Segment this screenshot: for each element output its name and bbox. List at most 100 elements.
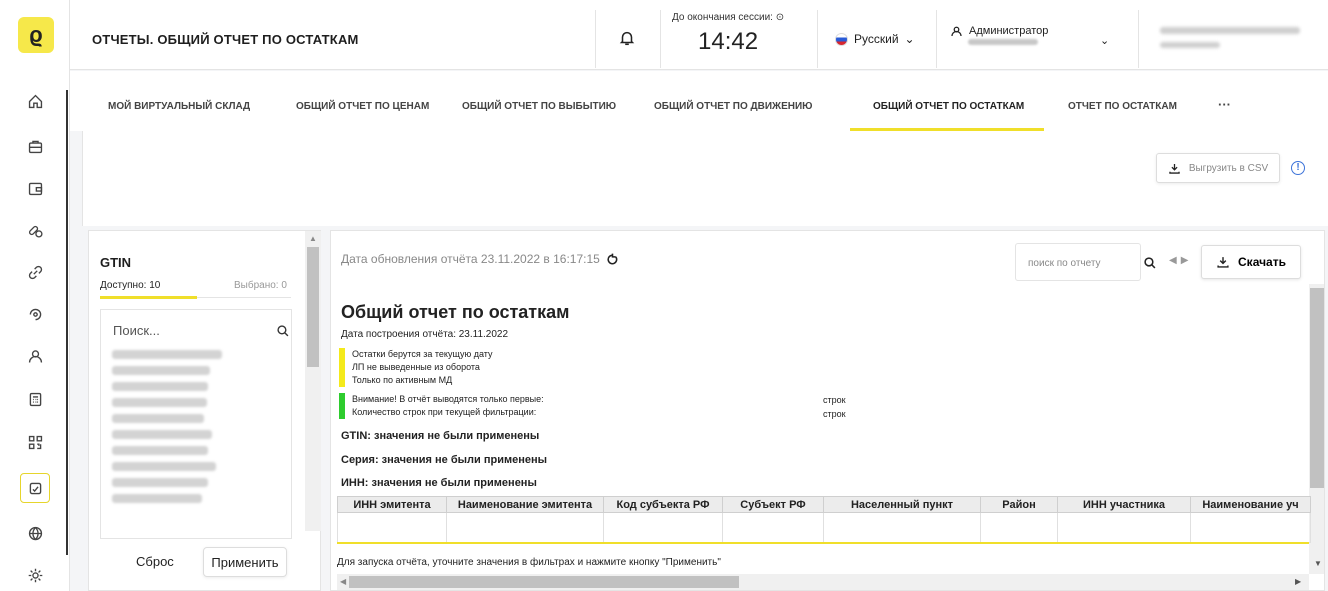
left-rail: ϱ bbox=[0, 0, 70, 591]
scroll-left-icon[interactable]: ◀ bbox=[340, 577, 346, 586]
bell-icon[interactable] bbox=[618, 29, 636, 47]
report-hint: Для запуска отчёта, уточните значения в … bbox=[337, 557, 721, 568]
list-item[interactable] bbox=[112, 350, 222, 359]
top-header: ОТЧЕТЫ. ОБЩИЙ ОТЧЕТ ПО ОСТАТКАМ До оконч… bbox=[70, 0, 1328, 70]
language-label: Русский bbox=[854, 32, 899, 46]
column-header[interactable]: Код субъекта РФ bbox=[603, 496, 723, 513]
table-cell bbox=[980, 512, 1058, 543]
gtin-filter-panel: GTIN Доступно: 10 Выбрано: 0 Поиск... ▲ bbox=[88, 230, 321, 591]
scroll-down-icon[interactable]: ▼ bbox=[1314, 559, 1322, 568]
logo[interactable]: ϱ bbox=[18, 17, 54, 53]
wallet-icon[interactable] bbox=[22, 175, 48, 201]
tab-disposal[interactable]: ОБЩИЙ ОТЧЕТ ПО ВЫБЫТИЮ bbox=[462, 101, 616, 112]
applied-filter-inn: ИНН: значения не были применены bbox=[341, 477, 537, 489]
chevron-down-icon: ⌄ bbox=[904, 32, 915, 46]
note-yellow: Только по активным МД bbox=[339, 374, 452, 387]
table-cell bbox=[823, 512, 981, 543]
list-item[interactable] bbox=[112, 398, 207, 407]
list-item[interactable] bbox=[112, 494, 202, 503]
column-header[interactable]: Населенный пункт bbox=[823, 496, 981, 513]
home-icon[interactable] bbox=[22, 88, 48, 114]
report-vertical-scrollbar[interactable]: ▼ bbox=[1309, 284, 1324, 574]
column-header[interactable]: ИНН эмитента bbox=[337, 496, 447, 513]
table-header-row: ИНН эмитента Наименование эмитента Код с… bbox=[337, 496, 1311, 513]
report-icon[interactable] bbox=[20, 473, 50, 503]
session-label: До окончания сессии: ⊙ bbox=[672, 12, 785, 23]
tab-stock-general[interactable]: ОБЩИЙ ОТЧЕТ ПО ОСТАТКАМ bbox=[873, 101, 1024, 112]
divider bbox=[936, 10, 937, 68]
tab-more[interactable]: ··· bbox=[1218, 97, 1231, 112]
language-select[interactable]: Русский ⌄ bbox=[835, 32, 915, 46]
scrollbar-thumb[interactable] bbox=[307, 247, 319, 367]
export-csv-button[interactable]: Выгрузить в CSV bbox=[1156, 153, 1280, 183]
list-item[interactable] bbox=[112, 446, 208, 455]
report-table: ИНН эмитента Наименование эмитента Код с… bbox=[337, 496, 1311, 543]
info-icon[interactable]: ! bbox=[1291, 161, 1305, 175]
refresh-icon[interactable] bbox=[606, 253, 619, 266]
note-yellow: ЛП не выведенные из оборота bbox=[339, 361, 480, 374]
report-horizontal-scrollbar[interactable]: ◀ ▶ bbox=[337, 574, 1309, 590]
active-filter-tab-indicator bbox=[100, 296, 197, 299]
table-row bbox=[337, 512, 1311, 543]
divider bbox=[197, 297, 291, 298]
divider bbox=[817, 10, 818, 68]
tab-stock[interactable]: ОТЧЕТ ПО ОСТАТКАМ bbox=[1068, 101, 1177, 112]
download-button[interactable]: Скачать bbox=[1201, 245, 1301, 279]
filter-scrollbar[interactable]: ▲ bbox=[305, 231, 321, 531]
applied-filter-series: Серия: значения не были применены bbox=[341, 454, 548, 466]
scroll-up-icon[interactable]: ▲ bbox=[309, 234, 317, 243]
list-item[interactable] bbox=[112, 462, 216, 471]
report-build-date: Дата построения отчёта: 23.11.2022 bbox=[341, 329, 509, 340]
filter-search-input[interactable]: Поиск... bbox=[113, 323, 160, 338]
divider bbox=[660, 10, 661, 68]
column-header[interactable]: Наименование уч bbox=[1190, 496, 1311, 513]
list-item[interactable] bbox=[112, 414, 204, 423]
search-icon[interactable] bbox=[276, 324, 290, 338]
list-item[interactable] bbox=[112, 382, 208, 391]
globe-icon[interactable] bbox=[22, 520, 48, 546]
russia-flag-icon bbox=[835, 32, 848, 46]
list-item[interactable] bbox=[112, 430, 212, 439]
report-search-input[interactable]: поиск по отчету bbox=[1015, 243, 1141, 281]
note-green: Количество строк при текущей фильтрации: bbox=[339, 406, 536, 419]
settings-icon[interactable] bbox=[22, 562, 48, 588]
briefcase-icon[interactable] bbox=[22, 133, 48, 159]
column-header[interactable]: Субъект РФ bbox=[722, 496, 824, 513]
tab-movement[interactable]: ОБЩИЙ ОТЧЕТ ПО ДВИЖЕНИЮ bbox=[654, 101, 813, 112]
gtin-list bbox=[112, 350, 292, 510]
applied-filter-gtin: GTIN: значения не были применены bbox=[341, 430, 540, 442]
page-title: ОТЧЕТЫ. ОБЩИЙ ОТЧЕТ ПО ОСТАТКАМ bbox=[92, 32, 359, 47]
report-tabs: МОЙ ВИРТУАЛЬНЫЙ СКЛАД ОБЩИЙ ОТЧЕТ ПО ЦЕН… bbox=[70, 71, 1328, 131]
pills-icon[interactable] bbox=[22, 217, 48, 243]
user-menu[interactable]: Администратор bbox=[950, 25, 1048, 45]
rail-divider bbox=[66, 90, 68, 555]
column-header[interactable]: ИНН участника bbox=[1057, 496, 1191, 513]
list-item[interactable] bbox=[112, 478, 208, 487]
search-icon[interactable] bbox=[1143, 256, 1157, 270]
chevron-down-icon[interactable]: ⌄ bbox=[1100, 34, 1109, 47]
calculator-icon[interactable] bbox=[22, 386, 48, 412]
scroll-right-icon[interactable]: ▶ bbox=[1295, 577, 1301, 586]
tab-available[interactable]: Доступно: 10 bbox=[100, 280, 160, 291]
organization-redacted bbox=[1160, 42, 1220, 48]
export-csv-label: Выгрузить в CSV bbox=[1188, 162, 1269, 174]
column-header[interactable]: Наименование эмитента bbox=[446, 496, 604, 513]
prev-match-icon[interactable]: ◀ bbox=[1169, 255, 1181, 266]
tab-my-warehouse[interactable]: МОЙ ВИРТУАЛЬНЫЙ СКЛАД bbox=[108, 101, 250, 112]
scrollbar-thumb[interactable] bbox=[1310, 288, 1324, 488]
tab-prices[interactable]: ОБЩИЙ ОТЧЕТ ПО ЦЕНАМ bbox=[296, 101, 429, 112]
link-icon[interactable] bbox=[22, 259, 48, 285]
next-match-icon[interactable]: ▶ bbox=[1181, 255, 1193, 266]
tab-selected[interactable]: Выбрано: 0 bbox=[234, 280, 287, 291]
qr-code-icon[interactable] bbox=[22, 429, 48, 455]
user-icon bbox=[951, 26, 962, 37]
table-bottom-border bbox=[337, 542, 1309, 544]
column-header[interactable]: Район bbox=[980, 496, 1058, 513]
apply-button[interactable]: Применить bbox=[203, 547, 287, 577]
refresh-icon[interactable] bbox=[22, 301, 48, 327]
reset-button[interactable]: Сброс bbox=[136, 554, 174, 569]
scrollbar-thumb[interactable] bbox=[349, 576, 739, 588]
user-icon[interactable] bbox=[22, 343, 48, 369]
list-item[interactable] bbox=[112, 366, 210, 375]
toolbar-card: Выгрузить в CSV ! bbox=[82, 131, 1328, 226]
